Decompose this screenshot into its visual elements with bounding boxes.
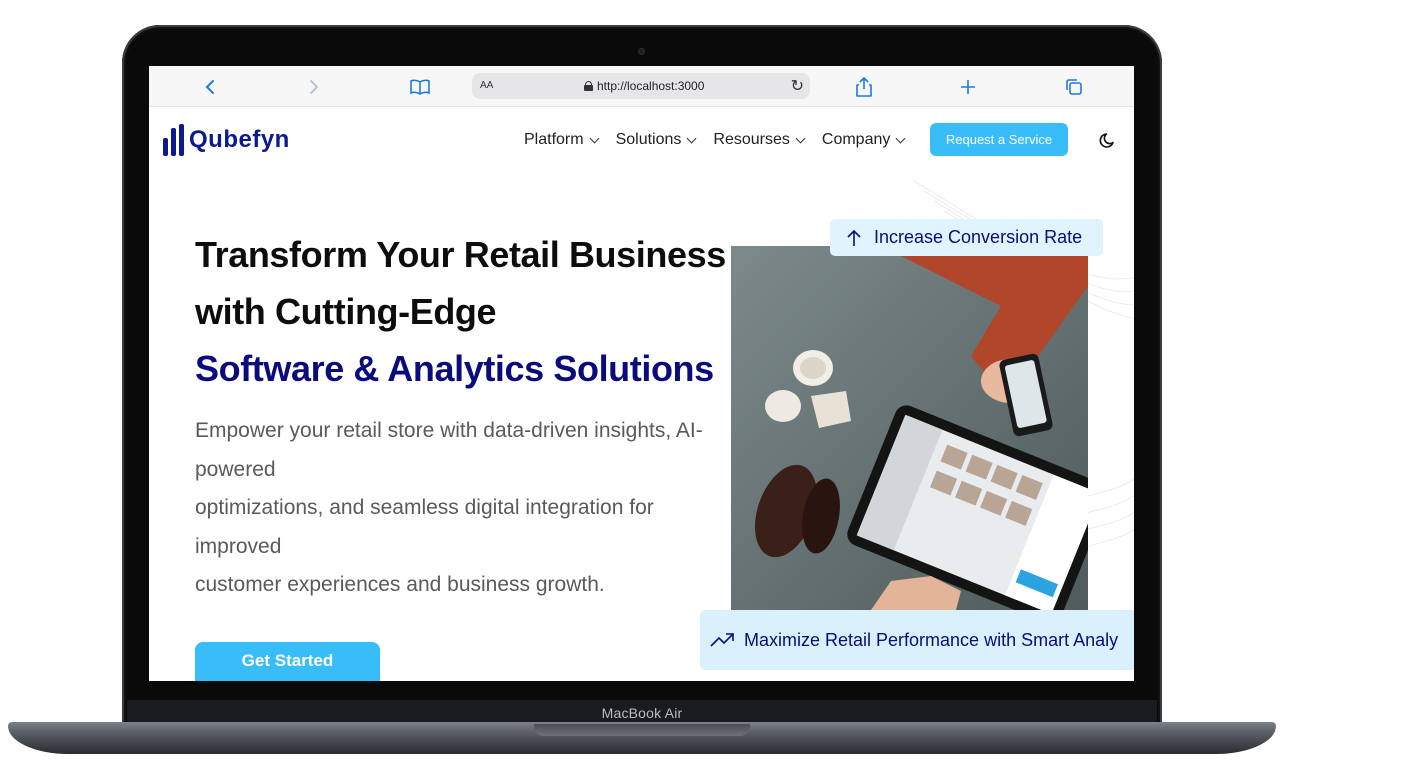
text-size-button[interactable]: AA <box>480 80 493 91</box>
nav-item-label: Solutions <box>615 131 682 148</box>
chevron-down-icon <box>795 133 806 143</box>
request-service-button[interactable]: Request a Service <box>930 123 1068 156</box>
trending-up-icon <box>710 633 734 647</box>
hero-description: Empower your retail store with data-driv… <box>195 412 735 605</box>
chevron-down-icon <box>686 133 697 143</box>
new-tab-icon[interactable] <box>957 76 979 98</box>
laptop-hinge-notch <box>534 724 750 736</box>
hero-title-line: Transform Your Retail Business <box>195 234 726 275</box>
hero-image <box>731 246 1088 610</box>
url-text: http://localhost:3000 <box>597 79 705 93</box>
logo-bars-icon <box>163 124 184 156</box>
back-icon[interactable] <box>199 76 221 98</box>
url-display: http://localhost:3000 <box>584 79 704 93</box>
hero-title-line: with Cutting-Edge <box>195 291 497 332</box>
bookmarks-icon[interactable] <box>409 76 431 98</box>
share-icon[interactable] <box>853 76 875 98</box>
tabs-icon[interactable] <box>1063 76 1085 98</box>
browser-screen: AA http://localhost:3000 ↻ Qubefyn Platf… <box>149 66 1134 681</box>
hero-title: Transform Your Retail Business with Cutt… <box>195 226 755 397</box>
main-nav: Platform Solutions Resourses Company <box>524 131 906 149</box>
nav-item-label: Resourses <box>713 131 790 148</box>
badge-label: Increase Conversion Rate <box>874 227 1083 247</box>
macbook-frame: AA http://localhost:3000 ↻ Qubefyn Platf… <box>0 0 1419 762</box>
nav-item-label: Platform <box>524 131 584 148</box>
chevron-down-icon <box>589 133 600 143</box>
hero-description-line: Empower your retail store with data-driv… <box>195 419 703 481</box>
badge-increase-conversion: Increase Conversion Rate <box>830 219 1103 256</box>
dark-mode-toggle-icon[interactable] <box>1099 131 1117 149</box>
logo-text: Qubefyn <box>189 126 290 153</box>
hero-title-accent: Software & Analytics Solutions <box>195 348 714 389</box>
nav-item-resources[interactable]: Resourses <box>713 131 806 149</box>
address-bar[interactable]: AA http://localhost:3000 ↻ <box>472 73 810 99</box>
site-header: Qubefyn Platform Solutions Resourses Com… <box>149 107 1134 173</box>
badge-label: Maximize Retail Performance with Smart A… <box>744 629 1119 650</box>
hero-description-line: customer experiences and business growth… <box>195 573 605 596</box>
get-started-button[interactable]: Get Started <box>195 642 380 681</box>
chevron-down-icon <box>895 133 906 143</box>
nav-item-company[interactable]: Company <box>821 131 906 149</box>
site-logo[interactable]: Qubefyn <box>163 124 290 156</box>
nav-item-label: Company <box>821 131 891 148</box>
reload-icon[interactable]: ↻ <box>791 76 804 96</box>
arrow-up-icon <box>847 229 861 246</box>
badge-maximize-performance: Maximize Retail Performance with Smart A… <box>700 610 1134 670</box>
hero-description-line: optimizations, and seamless digital inte… <box>195 496 654 558</box>
nav-item-platform[interactable]: Platform <box>524 131 600 149</box>
forward-icon[interactable] <box>303 76 325 98</box>
nav-item-solutions[interactable]: Solutions <box>615 131 697 149</box>
camera-icon <box>638 48 645 55</box>
browser-toolbar: AA http://localhost:3000 ↻ <box>149 66 1134 107</box>
lock-icon <box>584 81 593 91</box>
device-label: MacBook Air <box>601 705 683 721</box>
